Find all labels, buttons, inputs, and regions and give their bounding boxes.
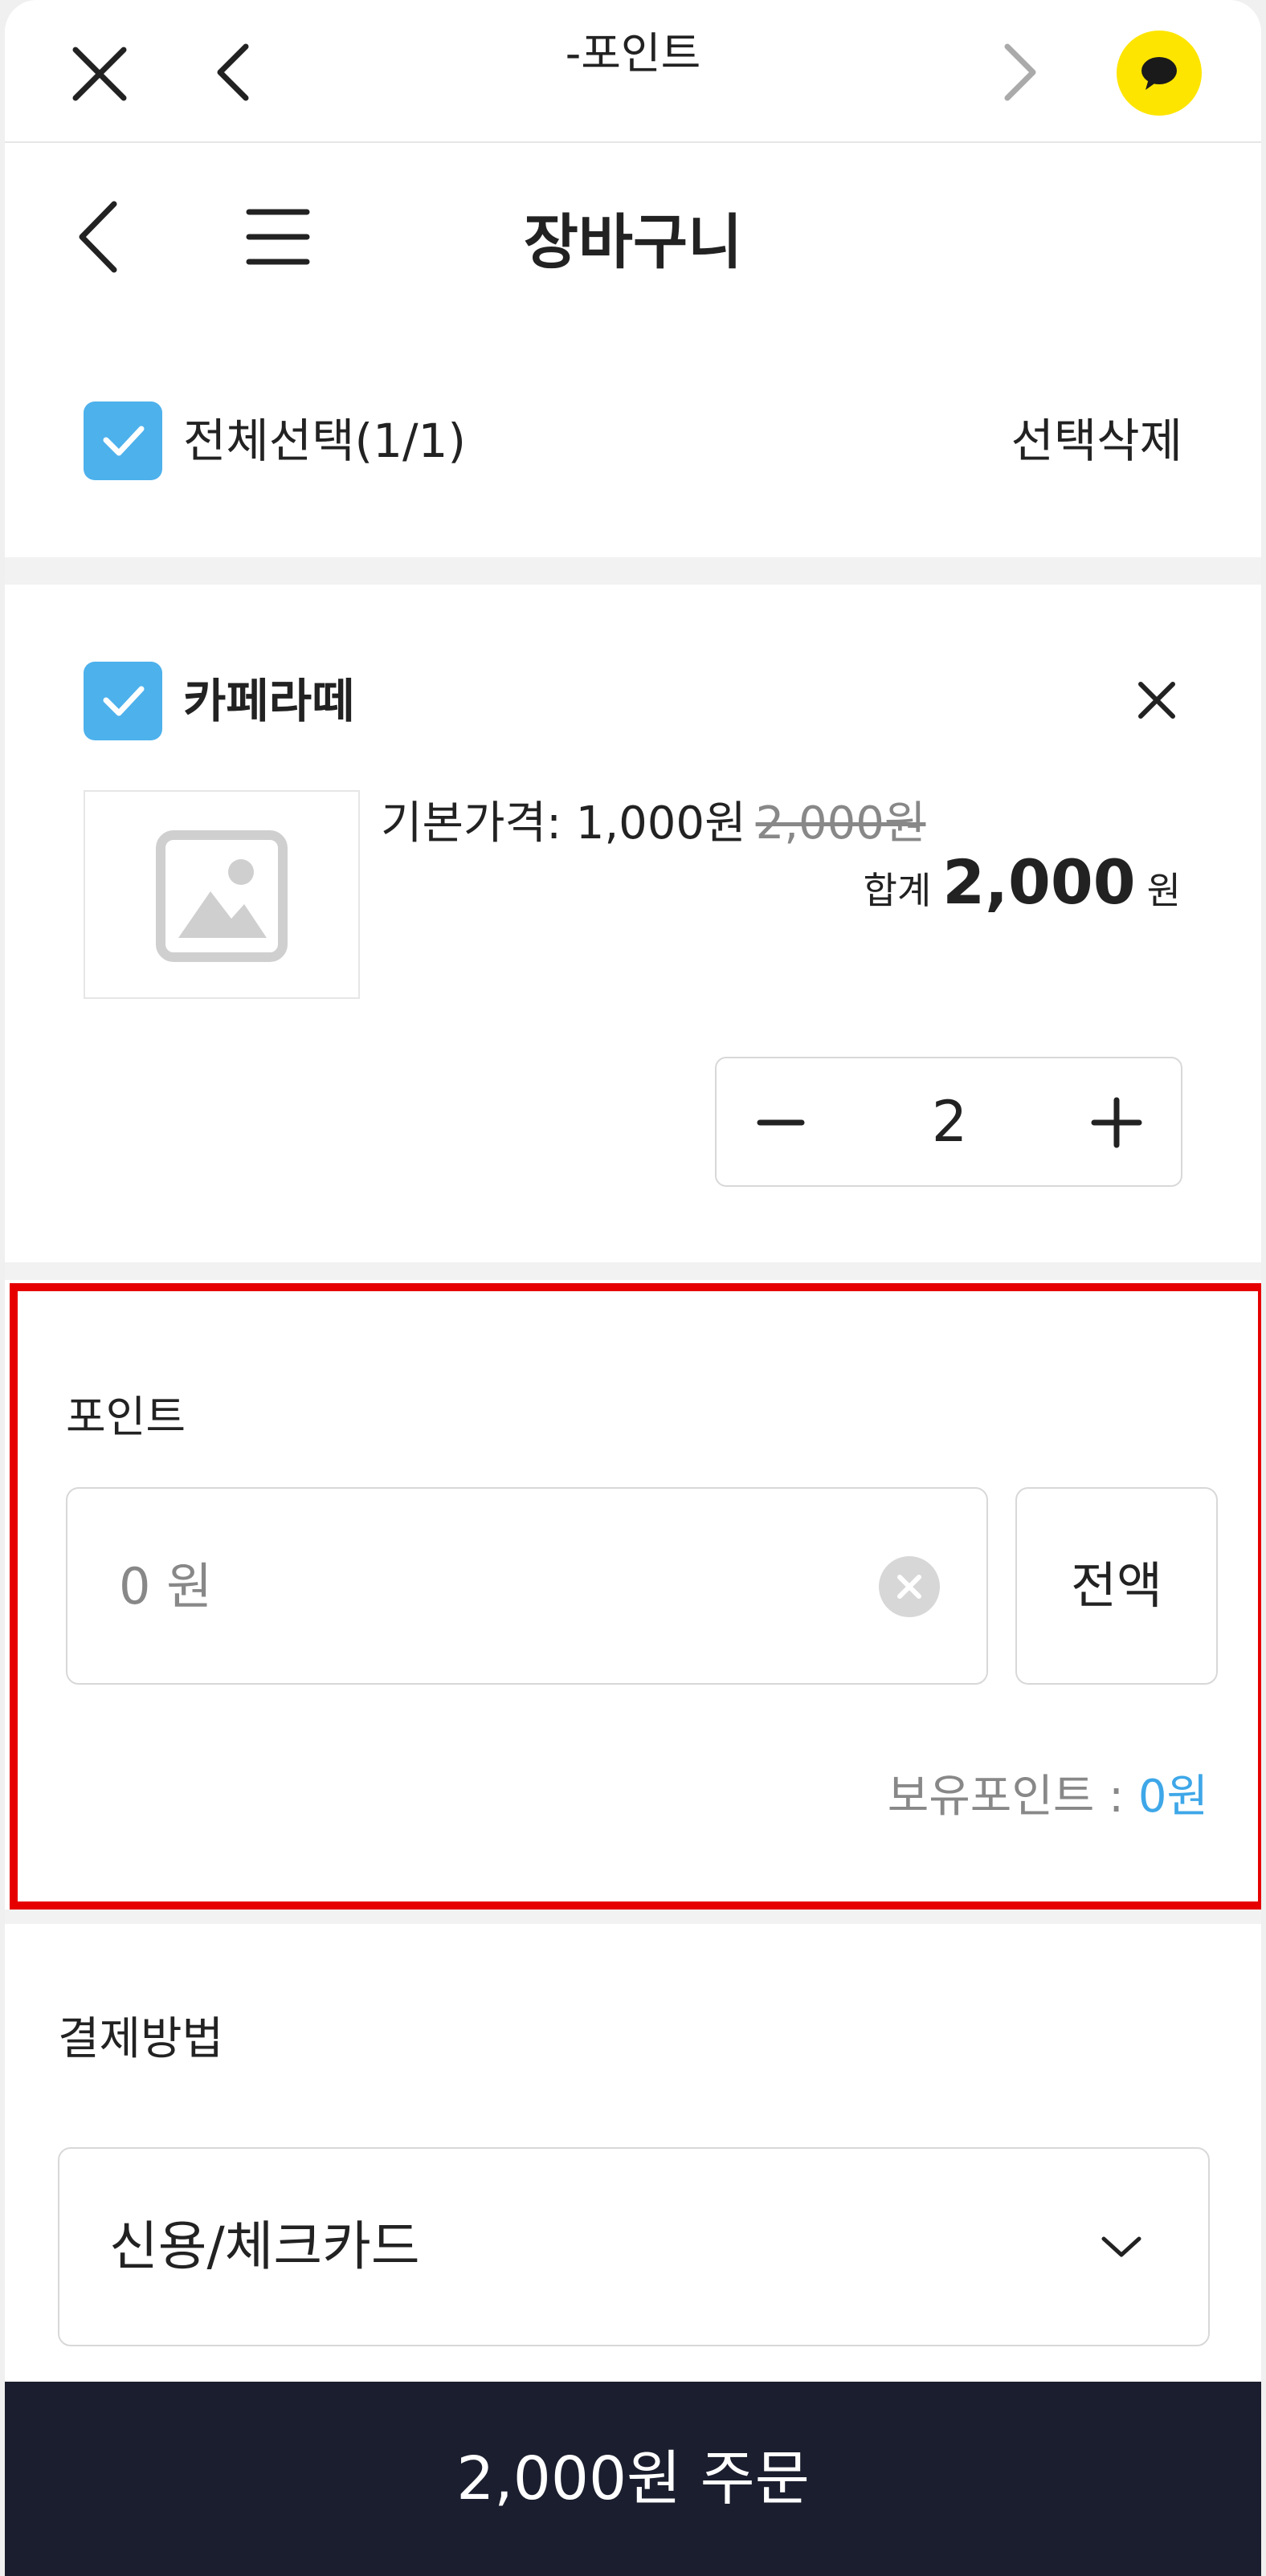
section-divider	[5, 1262, 1261, 1280]
image-placeholder-icon	[156, 830, 288, 962]
order-button[interactable]: 2,000원 주문	[5, 2382, 1261, 2576]
check-icon	[103, 686, 145, 716]
app-screen: -포인트 장바구니 전체선택(1/1) 선택삭제 카페라떼 기본가격: 1,00…	[5, 0, 1261, 2576]
item-name: 카페라떼	[183, 674, 355, 728]
payment-section: 결제방법 신용/체크카드	[5, 1924, 1261, 2374]
clear-input-button[interactable]	[879, 1556, 940, 1617]
page-title: 장바구니	[523, 208, 743, 277]
browser-toolbar: -포인트	[5, 0, 1261, 143]
payment-method-select[interactable]: 신용/체크카드	[58, 2147, 1210, 2346]
select-all-checkbox[interactable]	[84, 401, 162, 480]
total-label: 합계	[863, 869, 932, 912]
select-all-label[interactable]: 전체선택(1/1)	[183, 401, 466, 480]
held-points: 보유포인트 : 0원	[888, 1760, 1208, 1825]
decrease-quantity-button[interactable]	[749, 1090, 813, 1155]
points-input[interactable]	[119, 1489, 842, 1683]
check-icon	[103, 426, 145, 456]
quantity-stepper: 2	[715, 1057, 1182, 1187]
points-section: 포인트 전액 보유포인트 : 0원	[10, 1283, 1261, 1910]
item-checkbox[interactable]	[84, 662, 162, 740]
points-label: 포인트	[66, 1392, 186, 1442]
section-divider	[5, 1910, 1261, 1924]
payment-method-value: 신용/체크카드	[109, 2215, 420, 2277]
price-line: 기본가격: 1,000원 2,000원	[381, 787, 925, 852]
total-amount: 2,000	[942, 846, 1136, 918]
use-all-points-button[interactable]: 전액	[1015, 1487, 1218, 1685]
points-input-box	[66, 1487, 988, 1685]
base-price: 기본가격: 1,000원	[381, 797, 746, 850]
page-header: 장바구니	[5, 145, 1261, 321]
browser-title: -포인트	[565, 28, 701, 79]
minus-icon	[757, 1119, 805, 1126]
clear-icon	[897, 1575, 921, 1599]
original-price: 2,000원	[755, 797, 926, 850]
delete-selected-button[interactable]: 선택삭제	[1011, 401, 1182, 480]
kakaotalk-icon[interactable]	[1117, 31, 1202, 116]
held-points-value: 0원	[1137, 1771, 1208, 1823]
chevron-down-icon	[1099, 2232, 1144, 2261]
section-divider	[5, 557, 1261, 585]
payment-label: 결제방법	[58, 2013, 224, 2065]
select-all-row: 전체선택(1/1) 선택삭제	[5, 353, 1261, 530]
cart-item: 카페라떼 기본가격: 1,000원 2,000원 합계 2,000 원 2	[5, 588, 1261, 1262]
remove-item-icon[interactable]	[1133, 676, 1181, 724]
quantity-value[interactable]: 2	[861, 1058, 1038, 1185]
total-unit: 원	[1146, 869, 1181, 912]
browser-forward-icon[interactable]	[990, 42, 1046, 103]
held-points-label: 보유포인트 :	[887, 1771, 1138, 1823]
increase-quantity-button[interactable]	[1084, 1090, 1149, 1155]
item-thumbnail	[84, 790, 360, 999]
plus-icon	[1091, 1097, 1142, 1148]
item-total: 합계 2,000 원	[864, 846, 1181, 918]
